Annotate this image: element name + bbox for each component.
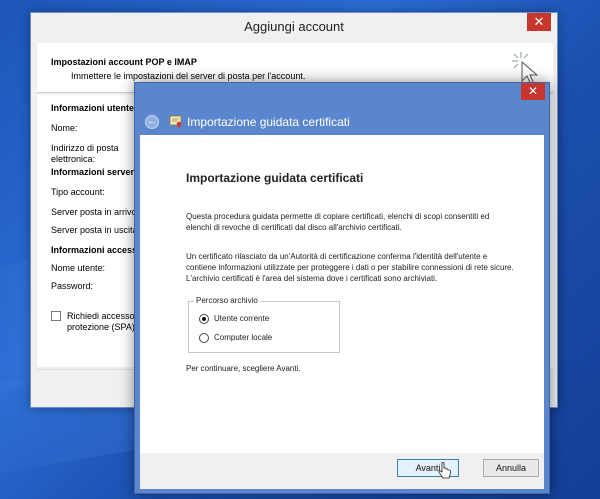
wizard-titlebar: ✕ [135,83,549,103]
store-location-legend: Percorso archivio [194,296,260,305]
wizard-nav-title: Importazione guidata certificati [187,115,350,129]
current-user-radio[interactable] [199,314,209,324]
account-settings-title: Impostazioni account POP e IMAP [51,57,197,67]
incoming-server-label: Server posta in arrivo [51,207,137,217]
wizard-intro-paragraph: Questa procedura guidata permette di cop… [186,212,490,232]
local-computer-label[interactable]: Computer locale [214,333,272,342]
spa-label-line1: Richiedi accesso c [67,311,142,321]
access-info-heading: Informazioni accesso [51,245,143,255]
wizard-content-panel: Importazione guidata certificati Questa … [140,135,544,453]
wizard-heading: Importazione guidata certificati [186,171,364,185]
wizard-description-paragraph: Un certificato rilasciato da un'Autorità… [186,252,514,283]
spa-label-line2: protezione (SPA) [67,322,135,332]
server-info-heading: Informazioni server [51,167,135,177]
store-location-group: Percorso archivio Utente corrente Comput… [188,296,340,353]
user-info-heading: Informazioni utente [51,103,134,113]
email-label-line2: elettronica: [51,154,96,164]
wizard-close-button[interactable]: ✕ [521,83,545,100]
account-settings-subtitle: Immettere le impostazioni del server di … [71,71,306,81]
password-label: Password: [51,281,94,291]
wizard-footer: Avanti Annulla [140,453,544,489]
add-account-titlebar: Aggiungi account ✕ [31,13,557,41]
outgoing-server-label: Server posta in uscita [51,225,138,235]
add-account-title: Aggiungi account [244,19,344,34]
spa-checkbox[interactable] [51,311,61,321]
certificate-import-wizard: ✕ ← Importazione guidata certificati Imp… [134,82,550,494]
cancel-button[interactable]: Annulla [483,459,539,477]
current-user-label[interactable]: Utente corrente [214,314,269,323]
name-label: Nome: [51,123,78,133]
certificate-icon [169,115,182,128]
email-label-line1: Indirizzo di posta [51,143,119,153]
back-arrow-icon[interactable]: ← [145,115,159,129]
account-type-label: Tipo account: [51,187,105,197]
continue-instruction: Per continuare, scegliere Avanti. [186,364,301,373]
mouse-pointer-icon [438,462,452,479]
username-label: Nome utente: [51,263,106,273]
local-computer-radio[interactable] [199,333,209,343]
add-account-close-button[interactable]: ✕ [527,13,551,31]
